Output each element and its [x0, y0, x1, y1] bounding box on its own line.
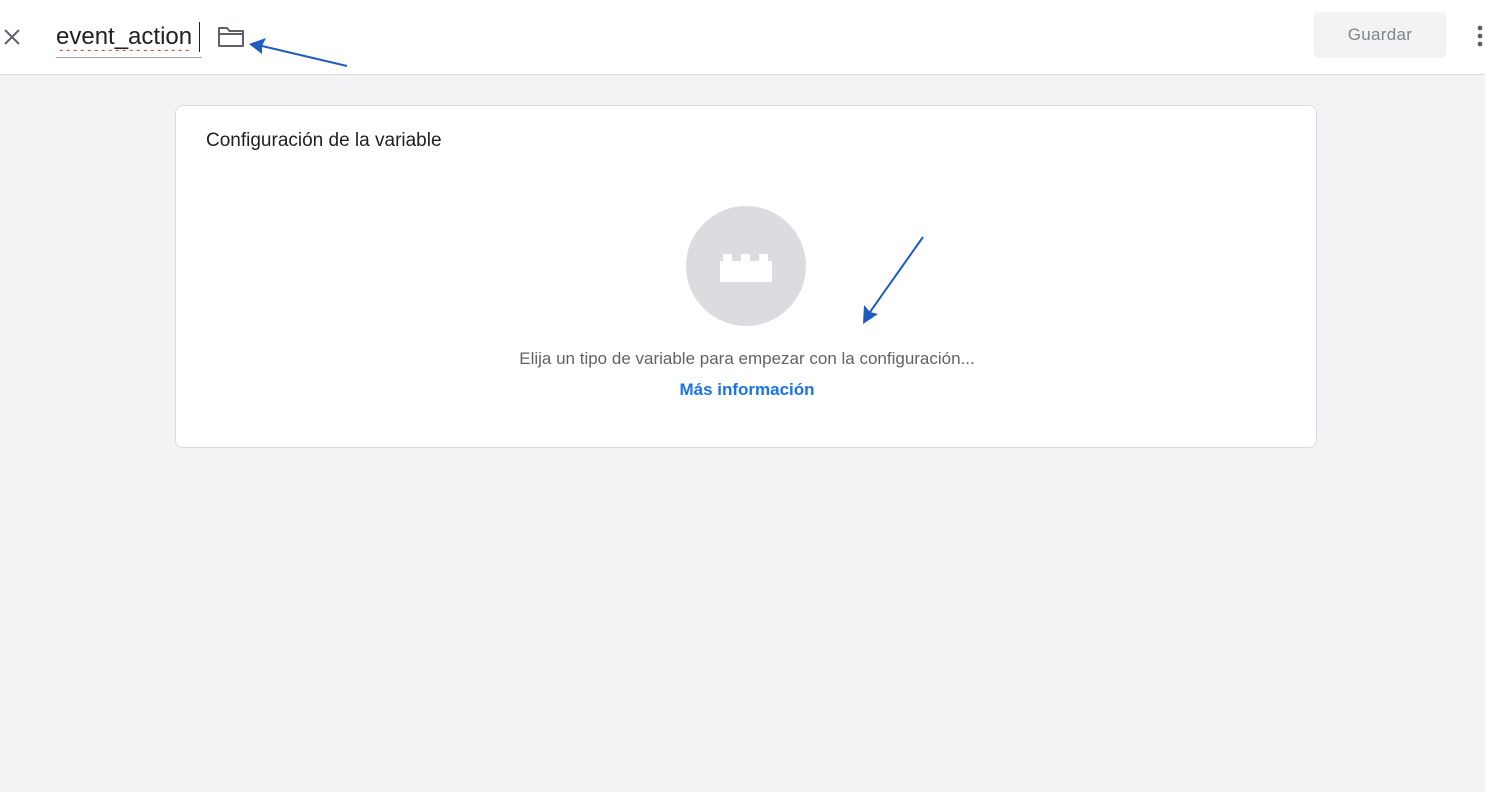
card-title: Configuración de la variable	[206, 130, 442, 151]
learn-more-link[interactable]: Más información	[176, 380, 1318, 400]
more-options-button[interactable]	[1470, 22, 1485, 52]
text-caret	[199, 22, 200, 52]
lego-block-icon	[720, 254, 772, 282]
variable-name-field[interactable]	[56, 20, 202, 58]
variable-type-placeholder[interactable]	[686, 206, 806, 326]
variable-name-input[interactable]	[56, 20, 202, 54]
close-button[interactable]	[0, 25, 24, 49]
save-button[interactable]: Guardar	[1314, 12, 1446, 58]
folder-icon	[218, 27, 244, 47]
folder-button[interactable]	[216, 24, 246, 50]
empty-state-hint: Elija un tipo de variable para empezar c…	[519, 349, 975, 368]
variable-configuration-card[interactable]: Configuración de la variable Elija un ti…	[175, 105, 1317, 448]
close-icon	[4, 29, 20, 45]
more-vert-icon	[1477, 25, 1483, 47]
top-bar: Guardar	[0, 0, 1485, 75]
